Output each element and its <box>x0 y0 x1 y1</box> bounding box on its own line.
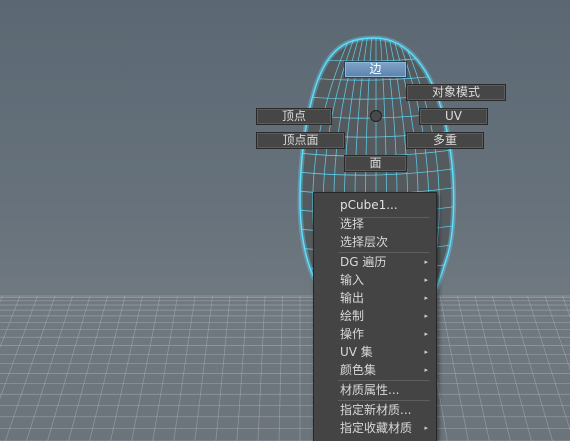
marking-menu-object-mode[interactable]: 对象模式 <box>406 84 506 101</box>
menu-item-label: 输入 <box>340 273 365 287</box>
marking-menu-edge[interactable]: 边 <box>344 61 407 78</box>
marking-menu-vertex-face[interactable]: 顶点面 <box>256 132 345 149</box>
grid-line <box>194 295 213 441</box>
grid-line <box>278 295 283 441</box>
viewport-scene <box>0 35 570 441</box>
menu-item-inputs[interactable]: 输入 ▸ <box>314 271 436 289</box>
submenu-arrow-icon: ▸ <box>424 294 428 302</box>
grid-line <box>152 295 178 441</box>
circle-icon <box>370 110 382 122</box>
grid-line <box>439 295 469 441</box>
grid-line <box>131 295 161 441</box>
grid-line <box>544 295 570 371</box>
grid-line <box>26 295 73 441</box>
marking-menu-uv[interactable]: UV <box>419 108 488 125</box>
menu-item-dg-traversal[interactable]: DG 遍历 ▸ <box>314 253 436 271</box>
grid-line <box>173 295 196 441</box>
menu-item-material-attributes[interactable]: 材质属性... <box>314 381 436 399</box>
grid-line <box>474 295 511 441</box>
submenu-arrow-icon: ▸ <box>424 312 428 320</box>
grid-line <box>110 295 143 441</box>
menu-item-outputs[interactable]: 输出 ▸ <box>314 289 436 307</box>
menu-item-actions[interactable]: 操作 ▸ <box>314 325 436 343</box>
grid-line <box>527 295 570 431</box>
grid-line <box>215 295 231 441</box>
grid-line <box>0 295 38 400</box>
context-menu: pCube1... 选择 选择层次 DG 遍历 ▸ 输入 ▸ 输出 ▸ 绘制 ▸… <box>313 192 437 441</box>
menu-item-label: 输出 <box>340 291 365 305</box>
menu-item-select[interactable]: 选择 <box>314 215 436 233</box>
marking-menu-multi[interactable]: 多重 <box>406 132 484 149</box>
submenu-arrow-icon: ▸ <box>424 424 428 432</box>
grid-line <box>562 295 570 318</box>
grid-line <box>257 295 266 441</box>
3d-viewport[interactable]: 边 对象模式 顶点 UV 顶点面 多重 面 pCube1... 选择 选择层次 … <box>0 0 570 441</box>
marking-menu-vertex[interactable]: 顶点 <box>256 108 332 125</box>
grid-line <box>236 295 248 441</box>
menu-item-label: 绘制 <box>340 309 365 323</box>
submenu-arrow-icon: ▸ <box>424 366 428 374</box>
menu-item-assign-favorite-material[interactable]: 指定收藏材质 ▸ <box>314 419 436 437</box>
submenu-arrow-icon: ▸ <box>424 258 428 266</box>
submenu-arrow-icon: ▸ <box>424 330 428 338</box>
menu-item-select-hierarchy[interactable]: 选择层次 <box>314 233 436 251</box>
submenu-arrow-icon: ▸ <box>424 276 428 284</box>
menu-item-label: UV 集 <box>340 345 373 359</box>
menu-item-label: 操作 <box>340 327 365 341</box>
menu-item-label: 指定收藏材质 <box>340 421 413 435</box>
ground-grid <box>0 295 570 441</box>
grid-line <box>509 295 553 441</box>
marking-menu-face[interactable]: 面 <box>344 155 407 172</box>
grid-line <box>68 295 108 441</box>
menu-item-color-sets[interactable]: 颜色集 ▸ <box>314 361 436 379</box>
menu-item-assign-new-material[interactable]: 指定新材质... <box>314 401 436 419</box>
grid-line <box>492 295 532 441</box>
grid-line <box>47 295 91 441</box>
submenu-arrow-icon: ▸ <box>424 348 428 356</box>
menu-item-label: 颜色集 <box>340 363 377 377</box>
menu-item-paint[interactable]: 绘制 ▸ <box>314 307 436 325</box>
grid-line <box>0 295 21 349</box>
grid-line <box>5 295 56 441</box>
menu-item-object-name[interactable]: pCube1... <box>314 196 436 214</box>
grid-line <box>89 295 126 441</box>
grid-line <box>457 295 490 441</box>
menu-item-label: DG 遍历 <box>340 255 387 269</box>
menu-item-uv-sets[interactable]: UV 集 ▸ <box>314 343 436 361</box>
grid-line <box>0 295 3 303</box>
